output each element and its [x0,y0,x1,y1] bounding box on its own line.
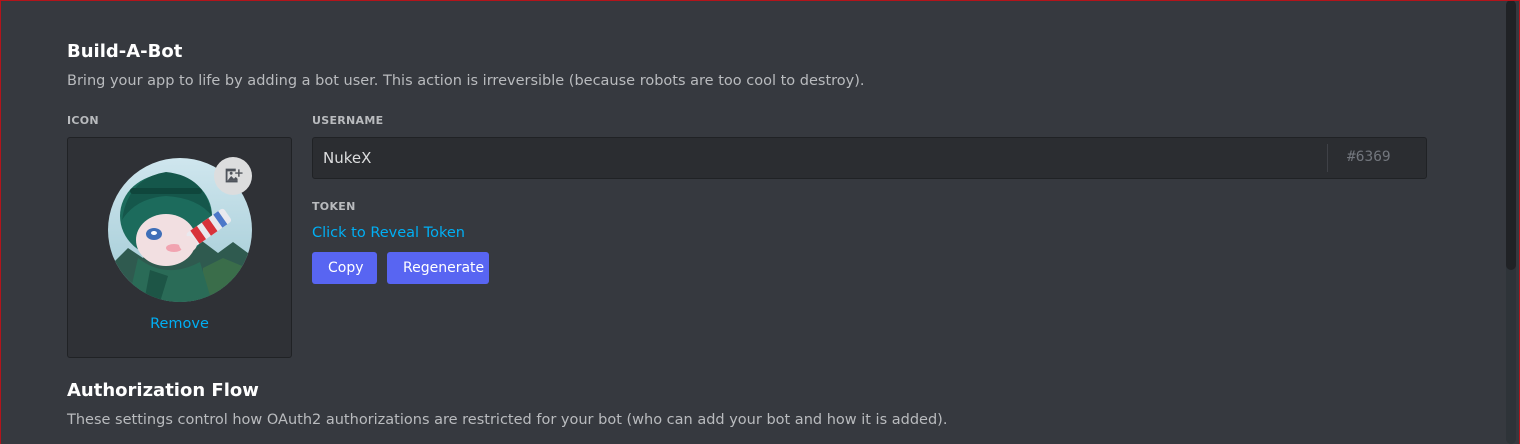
copy-token-button[interactable]: Copy [312,252,377,284]
remove-icon-link[interactable]: Remove [68,316,291,332]
token-label: TOKEN [312,200,356,213]
image-add-icon [225,168,243,183]
build-a-bot-title: Build-A-Bot [67,41,183,62]
discriminator: #6369 [1347,149,1391,165]
username-field[interactable]: #6369 [312,137,1427,179]
build-a-bot-description: Bring your app to life by adding a bot u… [67,73,865,89]
authorization-flow-description: These settings control how OAuth2 author… [67,412,948,428]
discriminator-divider [1327,144,1328,172]
icon-label: ICON [67,114,99,127]
bot-icon-uploader[interactable]: Remove [67,137,292,358]
reveal-token-link[interactable]: Click to Reveal Token [312,225,465,241]
regenerate-token-button[interactable]: Regenerate [387,252,489,284]
authorization-flow-title: Authorization Flow [67,380,259,401]
username-input[interactable] [313,138,1327,178]
scrollbar-thumb[interactable] [1506,0,1516,270]
upload-image-button[interactable] [214,157,252,195]
username-label: USERNAME [312,114,384,127]
